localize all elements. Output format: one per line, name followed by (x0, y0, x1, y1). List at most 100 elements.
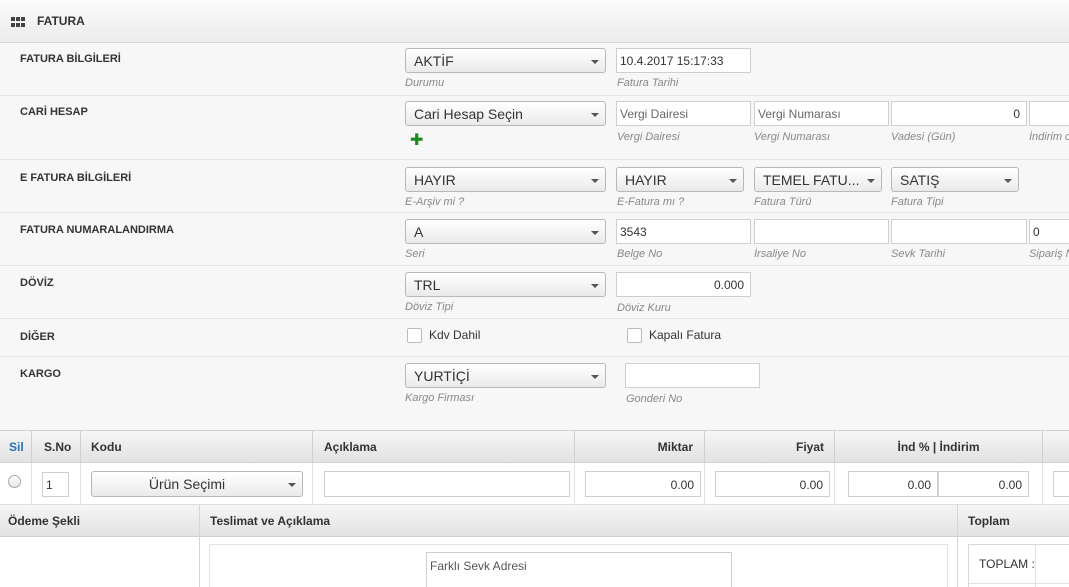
table-row: 1 Ürün Seçimi 0.00 0.00 0.00 0.00 (0, 463, 1069, 505)
kargo-firmasi-hint: Kargo Firması (405, 392, 475, 404)
row-label: E FATURA BİLGİLERİ (20, 172, 132, 184)
durum-value: AKTİF (414, 53, 454, 69)
seri-value: A (414, 224, 424, 240)
sil-header[interactable]: Sil (0, 431, 32, 464)
vade-input[interactable]: 0 (891, 101, 1027, 126)
farkli-sevk-adresi-textarea[interactable]: Farklı Sevk Adresi (426, 552, 732, 587)
irsaliye-no-hint: İrsaliye No (754, 248, 806, 260)
seri-hint: Seri (405, 248, 425, 260)
fatura-tipi-select[interactable]: SATIŞ (891, 167, 1019, 192)
invoice-form: FATURA BİLGİLERİ AKTİF Durumu 10.4.2017 … (0, 43, 1069, 430)
divider (969, 583, 1069, 584)
cari-hesap-value: Cari Hesap Seçin (414, 106, 523, 122)
irsaliye-no-input[interactable] (754, 219, 889, 244)
kdv-dahil-label: Kdv Dahil (429, 328, 481, 342)
row-kargo: KARGO YURTİÇİ Kargo Firması Gonderi No (0, 357, 1069, 430)
row-numaralandirma: FATURA NUMARALANDIRMA A Seri 3543 Belge … (0, 213, 1069, 266)
toplam-header: Toplam (968, 514, 1010, 528)
grid-icon (11, 17, 25, 27)
extra-header (1043, 431, 1069, 464)
kapali-fatura-checkbox[interactable] (627, 328, 642, 343)
sno-input[interactable]: 1 (42, 472, 69, 497)
teslimat-panel: Farklı Sevk Adresi (209, 544, 948, 587)
fatura-tipi-value: SATIŞ (900, 172, 940, 188)
row-label: DÖVİZ (20, 277, 54, 289)
indirim-tutar-input[interactable]: 0.00 (938, 471, 1029, 497)
summary-body: Farklı Sevk Adresi TOPLAM : (0, 537, 1069, 587)
divider (957, 505, 958, 537)
chevron-down-icon (729, 179, 737, 183)
sno-cell: 1 (32, 463, 81, 505)
fatura-turu-hint: Fatura Türü (754, 196, 812, 208)
fatura-turu-value: TEMEL FATU... (763, 172, 860, 188)
e-fatura-value: HAYIR (625, 172, 667, 188)
urun-secimi-value: Ürün Seçimi (148, 476, 226, 492)
chevron-down-icon (591, 113, 599, 117)
chevron-down-icon (591, 179, 599, 183)
sevk-tarihi-input[interactable] (891, 219, 1027, 244)
row-diger: DİĞER Kdv Dahil Kapalı Fatura (0, 319, 1069, 357)
vergi-numarasi-input[interactable]: Vergi Numarası (754, 101, 889, 126)
urun-secimi-select[interactable]: Ürün Seçimi (91, 471, 303, 497)
row-label: CARİ HESAP (20, 106, 88, 118)
e-arsiv-select[interactable]: HAYIR (405, 167, 606, 192)
aciklama-input[interactable] (324, 471, 570, 497)
fatura-turu-select[interactable]: TEMEL FATU... (754, 167, 882, 192)
fiyat-cell: 0.00 (705, 463, 835, 505)
doviz-tipi-select[interactable]: TRL (405, 272, 606, 297)
kdv-dahil-checkbox[interactable] (407, 328, 422, 343)
chevron-down-icon (1004, 179, 1012, 183)
chevron-down-icon (591, 231, 599, 235)
seri-select[interactable]: A (405, 219, 606, 244)
kargo-firmasi-value: YURTİÇİ (414, 368, 470, 384)
miktar-cell: 0.00 (575, 463, 705, 505)
belge-no-hint: Belge No (617, 248, 663, 260)
row-label: DİĞER (20, 331, 55, 343)
kodu-header: Kodu (81, 431, 313, 464)
kodu-cell: Ürün Seçimi (81, 463, 313, 505)
chevron-down-icon (591, 284, 599, 288)
siparis-no-hint: Sipariş N (1029, 248, 1069, 260)
divider (957, 537, 958, 587)
vergi-dairesi-hint: Vergi Dairesi (617, 131, 680, 143)
indirim-header: İnd % | İndirim (835, 431, 1043, 464)
kargo-firmasi-select[interactable]: YURTİÇİ (405, 363, 606, 388)
toplam-label: TOPLAM : (979, 557, 1035, 571)
teslimat-header: Teslimat ve Açıklama (210, 514, 331, 528)
siparis-no-input[interactable]: 0 (1029, 219, 1069, 244)
indirim-cell: 0.00 0.00 (835, 463, 1043, 505)
chevron-down-icon (288, 483, 296, 487)
chevron-down-icon (591, 375, 599, 379)
sno-header: S.No (32, 431, 81, 464)
fiyat-input[interactable]: 0.00 (715, 471, 830, 497)
kapali-fatura-label: Kapalı Fatura (649, 328, 722, 342)
row-label: FATURA NUMARALANDIRMA (20, 224, 174, 236)
gonderi-no-input[interactable] (625, 363, 760, 388)
e-arsiv-value: HAYIR (414, 172, 456, 188)
e-fatura-select[interactable]: HAYIR (616, 167, 744, 192)
fatura-tarihi-input[interactable]: 10.4.2017 15:17:33 (616, 48, 751, 73)
miktar-input[interactable]: 0.00 (585, 471, 701, 497)
plus-icon[interactable]: ✚ (410, 130, 423, 150)
gonderi-no-hint: Gonderi No (626, 393, 683, 405)
sevk-tarihi-hint: Sevk Tarihi (891, 248, 946, 260)
page-header: FATURA (0, 0, 1069, 43)
belge-no-input[interactable]: 3543 (616, 219, 751, 244)
toplam-panel: TOPLAM : (968, 544, 1069, 587)
doviz-tipi-hint: Döviz Tipi (405, 301, 454, 313)
doviz-kuru-input[interactable]: 0.000 (616, 272, 751, 297)
vade-hint: Vadesi (Gün) (891, 131, 956, 143)
row-fatura-bilgileri: FATURA BİLGİLERİ AKTİF Durumu 10.4.2017 … (0, 43, 1069, 96)
divider (199, 537, 200, 587)
indirim-input[interactable] (1029, 101, 1069, 126)
extra-input[interactable] (1053, 471, 1069, 497)
fatura-tarihi-hint: Fatura Tarihi (617, 77, 679, 89)
vergi-dairesi-input[interactable]: Vergi Dairesi (616, 101, 751, 126)
indirim-yuzde-input[interactable]: 0.00 (848, 471, 938, 497)
fatura-tipi-hint: Fatura Tipi (891, 196, 944, 208)
cari-hesap-select[interactable]: Cari Hesap Seçin (405, 101, 606, 126)
row-doviz: DÖVİZ TRL Döviz Tipi 0.000 Döviz Kuru (0, 266, 1069, 319)
row-select-radio[interactable] (8, 475, 21, 488)
vergi-numarasi-hint: Vergi Numarası (754, 131, 831, 143)
durum-select[interactable]: AKTİF (405, 48, 606, 73)
